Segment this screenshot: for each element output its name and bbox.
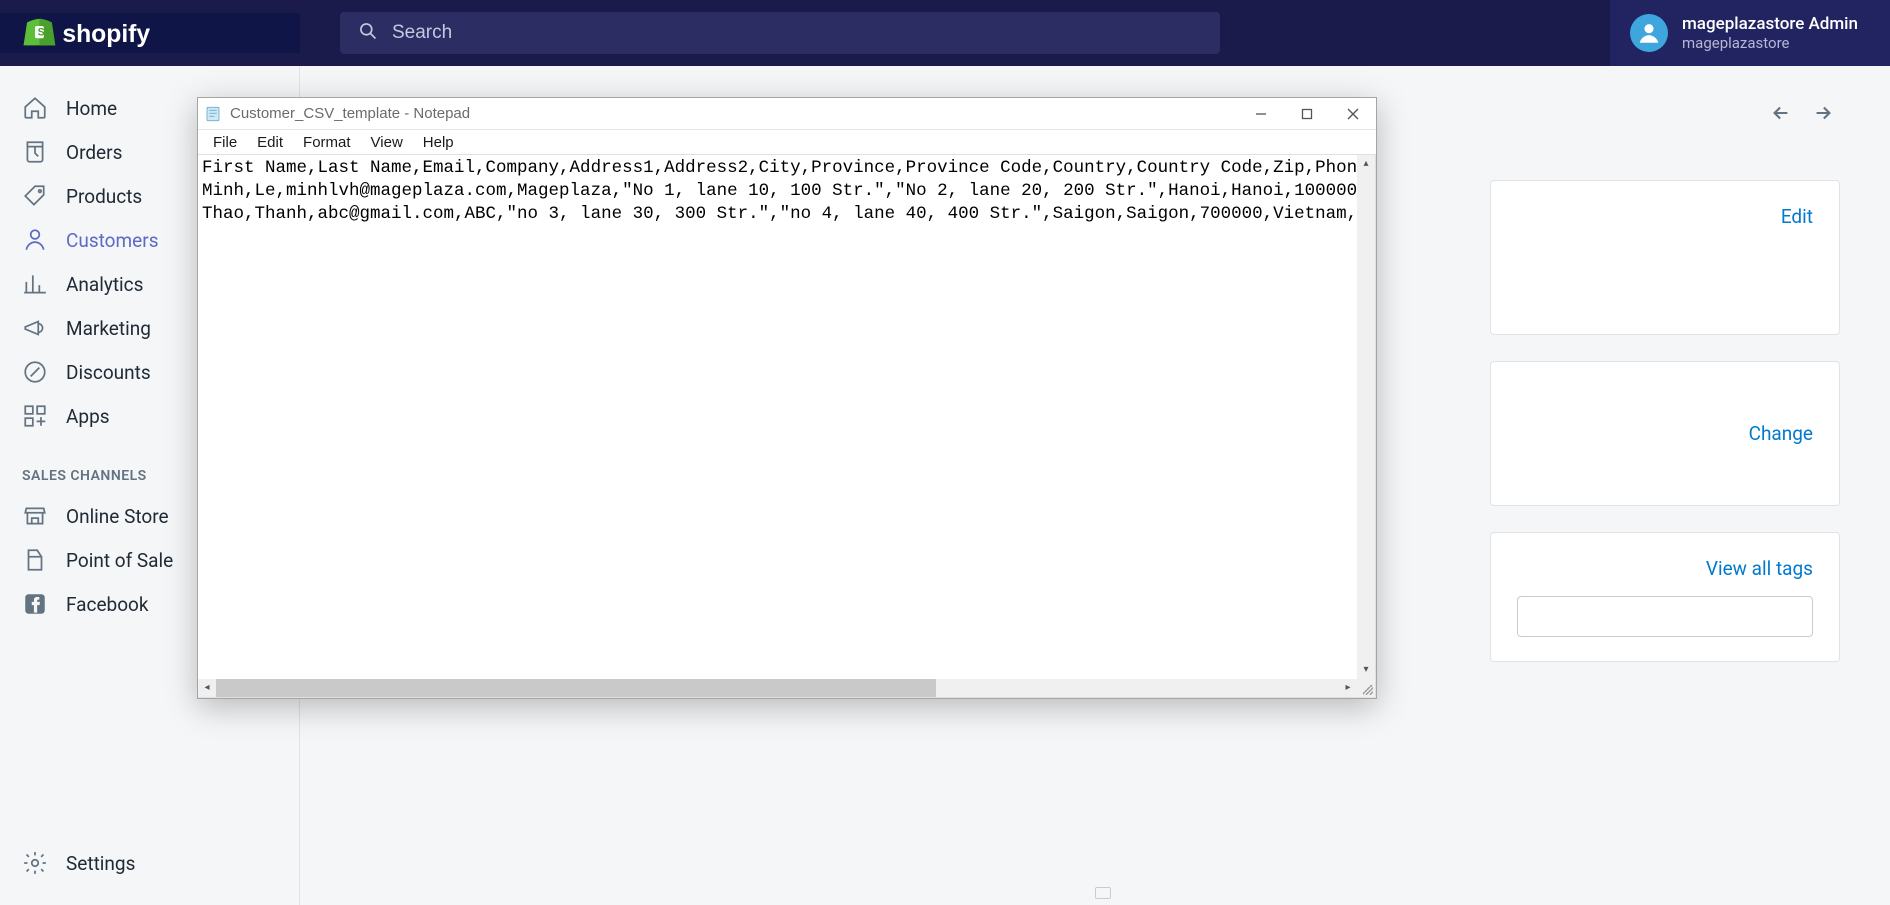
- scroll-left-icon[interactable]: ◂: [198, 679, 216, 697]
- arrow-left-icon: [1770, 102, 1792, 124]
- notepad-title: Customer_CSV_template - Notepad: [230, 105, 1238, 122]
- card-tags: View all tags: [1490, 532, 1840, 662]
- sidebar-item-label: Apps: [66, 405, 110, 428]
- home-icon: [22, 95, 48, 121]
- analytics-icon: [22, 271, 48, 297]
- scroll-thumb[interactable]: [216, 679, 936, 697]
- checkbox-stub[interactable]: [1095, 887, 1111, 899]
- shopify-logo-icon: S shopify: [20, 13, 170, 53]
- card-edit: Edit: [1490, 180, 1840, 335]
- search-wrap: [300, 12, 1610, 54]
- sidebar-item-label: Marketing: [66, 317, 151, 340]
- gear-icon: [22, 850, 48, 876]
- brand-logo-area: S shopify: [0, 13, 300, 53]
- tag-input[interactable]: [1517, 596, 1813, 637]
- change-link[interactable]: Change: [1749, 422, 1813, 445]
- scroll-down-icon[interactable]: ▾: [1357, 661, 1375, 679]
- search-icon: [358, 21, 378, 45]
- menu-format[interactable]: Format: [294, 132, 360, 153]
- facebook-icon: [22, 591, 48, 617]
- menu-edit[interactable]: Edit: [248, 132, 292, 153]
- notepad-menubar: File Edit Format View Help: [198, 130, 1376, 154]
- close-button[interactable]: [1330, 99, 1376, 129]
- notepad-titlebar[interactable]: Customer_CSV_template - Notepad: [198, 98, 1376, 130]
- pos-icon: [22, 547, 48, 573]
- sidebar-item-settings[interactable]: Settings: [0, 841, 299, 885]
- sidebar-item-label: Home: [66, 97, 117, 120]
- sidebar-item-label: Products: [66, 185, 142, 208]
- user-menu[interactable]: mageplazastore Admin mageplazastore: [1610, 0, 1890, 66]
- menu-file[interactable]: File: [204, 132, 246, 153]
- notepad-window[interactable]: Customer_CSV_template - Notepad File Edi…: [197, 97, 1377, 699]
- minimize-button[interactable]: [1238, 99, 1284, 129]
- maximize-button[interactable]: [1284, 99, 1330, 129]
- sidebar-item-label: Settings: [66, 852, 135, 875]
- topbar: S shopify mageplazastore Admin mageplaza…: [0, 0, 1890, 66]
- view-all-tags-link[interactable]: View all tags: [1706, 557, 1813, 580]
- edit-link[interactable]: Edit: [1781, 205, 1813, 310]
- avatar: [1630, 14, 1668, 52]
- sidebar-item-label: Facebook: [66, 593, 149, 616]
- user-name: mageplazastore Admin: [1682, 14, 1858, 34]
- sidebar-item-label: Point of Sale: [66, 549, 173, 572]
- sidebar-item-label: Orders: [66, 141, 122, 164]
- scroll-right-icon[interactable]: ▸: [1339, 679, 1357, 697]
- back-button[interactable]: [1764, 96, 1798, 130]
- sidebar-item-label: Analytics: [66, 273, 143, 296]
- notepad-text[interactable]: First Name,Last Name,Email,Company,Addre…: [198, 155, 1357, 679]
- online-store-icon: [22, 503, 48, 529]
- sidebar-item-label: Discounts: [66, 361, 151, 384]
- scroll-up-icon[interactable]: ▴: [1357, 155, 1375, 173]
- sidebar-item-label: Online Store: [66, 505, 169, 528]
- marketing-icon: [22, 315, 48, 341]
- customers-icon: [22, 227, 48, 253]
- card-change: Change: [1490, 361, 1840, 506]
- notepad-editor[interactable]: First Name,Last Name,Email,Company,Addre…: [198, 154, 1376, 698]
- svg-text:shopify: shopify: [62, 21, 150, 48]
- search-box[interactable]: [340, 12, 1220, 54]
- sidebar-item-label: Customers: [66, 229, 159, 252]
- svg-text:S: S: [38, 27, 45, 39]
- vertical-scrollbar[interactable]: ▴ ▾: [1357, 155, 1375, 679]
- user-icon: [1636, 20, 1662, 46]
- menu-help[interactable]: Help: [414, 132, 463, 153]
- orders-icon: [22, 139, 48, 165]
- user-text: mageplazastore Admin mageplazastore: [1682, 14, 1858, 52]
- search-input[interactable]: [392, 22, 1202, 44]
- discounts-icon: [22, 359, 48, 385]
- apps-icon: [22, 403, 48, 429]
- products-icon: [22, 183, 48, 209]
- horizontal-scrollbar[interactable]: ◂ ▸: [198, 679, 1357, 697]
- forward-button[interactable]: [1806, 96, 1840, 130]
- arrow-right-icon: [1812, 102, 1834, 124]
- menu-view[interactable]: View: [362, 132, 412, 153]
- notepad-app-icon: [204, 105, 222, 123]
- store-name: mageplazastore: [1682, 34, 1858, 52]
- resize-grip[interactable]: [1357, 679, 1375, 697]
